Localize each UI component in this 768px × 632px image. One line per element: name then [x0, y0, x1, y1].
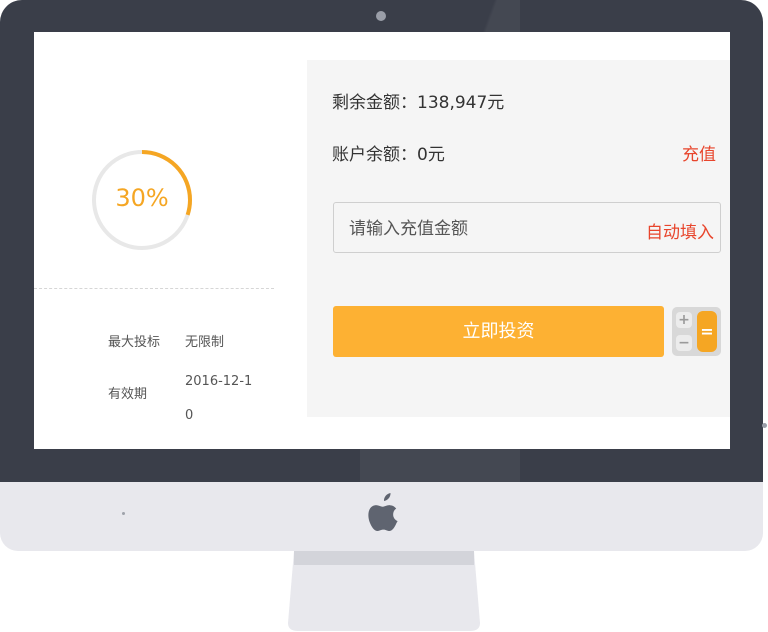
recharge-amount-input[interactable]	[349, 218, 639, 240]
progress-percent: 30%	[115, 184, 169, 212]
validity-value: 2016-12-10	[185, 374, 253, 423]
invest-now-button[interactable]: 立即投资	[333, 306, 664, 357]
autofill-link[interactable]: 自动填入	[646, 218, 714, 243]
calculator-plus: +	[676, 312, 692, 328]
calculator-icon[interactable]: + − =	[672, 307, 721, 356]
max-bid-label: 最大投标	[108, 335, 161, 350]
dashed-divider	[34, 288, 274, 289]
validity-label: 有效期	[108, 387, 148, 402]
side-dot	[762, 423, 767, 428]
chin-dot	[122, 512, 125, 515]
account-balance: 账户余额：0元	[332, 145, 445, 165]
calculator-minus: −	[676, 335, 692, 351]
max-bid-value: 无限制	[185, 335, 225, 350]
screen: 30% 最大投标 无限制 有效期 2016-12-10 剩余金额：138,947…	[34, 32, 730, 449]
apple-logo-icon	[368, 493, 398, 531]
camera-icon	[376, 11, 386, 21]
recharge-link[interactable]: 充值	[682, 140, 716, 165]
monitor-stand	[288, 551, 480, 631]
calculator-equals: =	[697, 311, 717, 352]
remaining-amount: 剩余金额：138,947元	[332, 93, 505, 113]
